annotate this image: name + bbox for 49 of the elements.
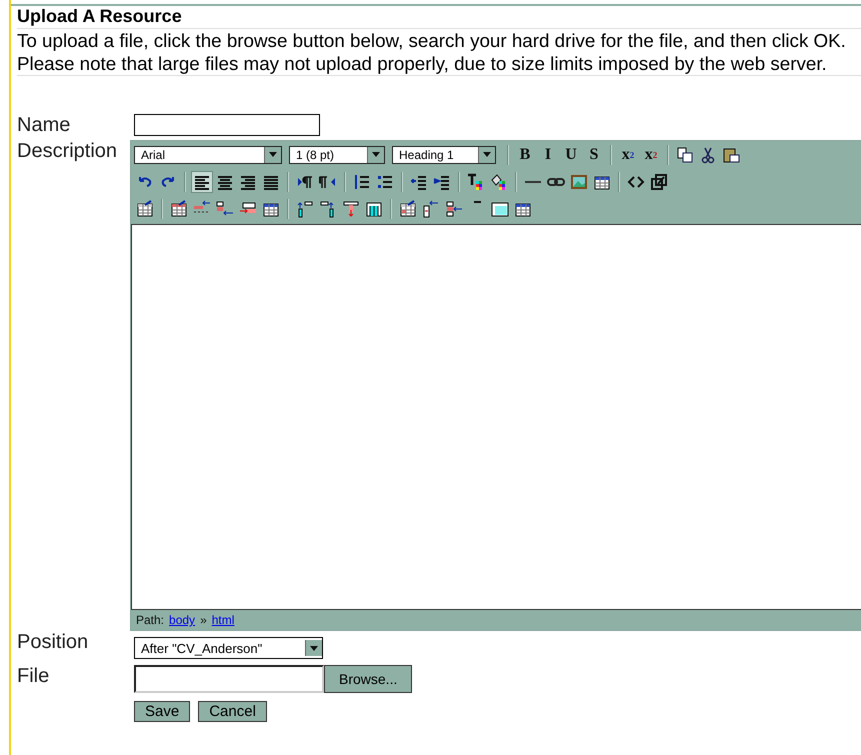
column-arrow-icon [296, 200, 314, 218]
instruction-text: To upload a file, click the browse button below, search your hard drive for the file, and then click OK. [17, 29, 847, 52]
cell-arrow-icon [422, 200, 440, 218]
path-link[interactable]: html [212, 613, 234, 627]
format-button[interactable]: B [514, 144, 536, 166]
dropdown[interactable]: Arial [134, 146, 282, 164]
caret-icon [372, 152, 380, 157]
path-separator: » [200, 613, 207, 627]
horizontal-rule-icon [525, 180, 541, 182]
instruction-text: Please note that large files may not upload properly, due to size limits imposed by the web server. [17, 52, 828, 75]
cell-arrow-icon [445, 200, 463, 218]
clipboard-icon [722, 146, 740, 164]
table-pencil-icon [170, 200, 188, 218]
image-icon [570, 172, 588, 190]
row-arrow-icon [216, 200, 234, 218]
name-input[interactable] [134, 114, 320, 136]
browse-button[interactable]: Browse... [324, 665, 412, 693]
format-button[interactable]: S [583, 144, 605, 166]
page-title: Upload A Resource [17, 6, 861, 29]
field-label: File [17, 665, 50, 687]
dash-icon [474, 200, 480, 202]
align-left-button[interactable] [191, 170, 213, 192]
format-button[interactable]: I [537, 144, 559, 166]
column-arrow-icon [342, 200, 360, 218]
numbered-list-icon [353, 172, 371, 190]
dropdown[interactable]: Heading 1 [392, 146, 496, 164]
table-icon [365, 200, 383, 218]
table-pencil-icon [399, 200, 417, 218]
expand-icon [650, 172, 668, 190]
path-link[interactable]: body [169, 613, 196, 627]
table-icon [491, 200, 509, 218]
field-label: Name [17, 114, 72, 136]
field-label: Position [17, 631, 90, 653]
path-label: Path: [136, 613, 164, 627]
form-button[interactable]: Cancel [198, 701, 267, 722]
caret-icon [483, 152, 491, 157]
scissors-icon [699, 146, 717, 164]
position-dropdown[interactable]: After "CV_Anderson" [134, 637, 323, 659]
text-color-icon [467, 172, 485, 190]
paint-bucket-icon [490, 172, 508, 190]
form-button[interactable]: Save [134, 701, 190, 722]
caret-icon [269, 152, 277, 157]
caret-icon [310, 646, 318, 650]
dropdown[interactable]: 1 (8 pt) [289, 146, 385, 164]
format-button[interactable]: U [560, 144, 582, 166]
copy-icon [676, 146, 694, 164]
field-label: Description [17, 140, 118, 162]
file-input[interactable] [134, 665, 324, 693]
table-pencil-icon [136, 200, 154, 218]
